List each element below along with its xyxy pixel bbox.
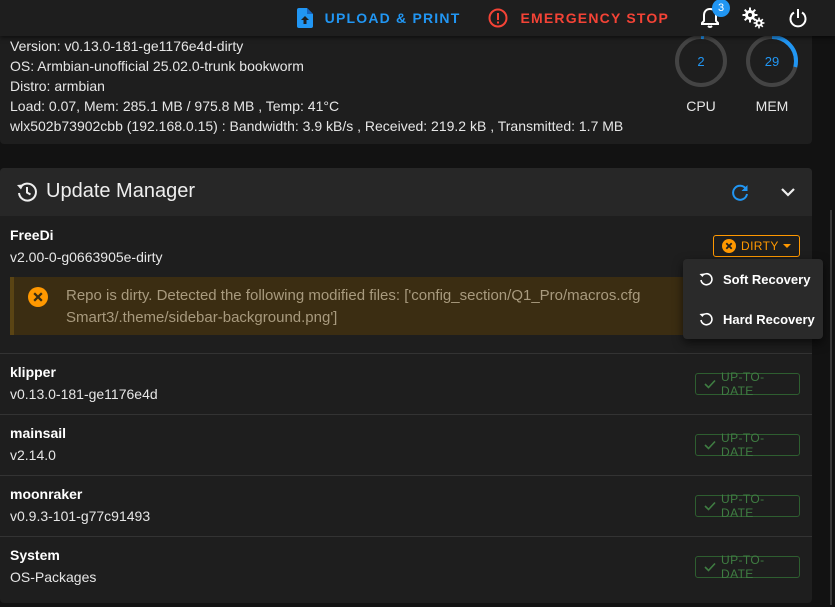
hard-recovery-item[interactable]: Hard Recovery [683,299,823,339]
repo-version-system: OS-Packages [10,569,97,585]
file-upload-icon [296,8,313,28]
cpu-value: 2 [697,53,705,69]
distro-text: Distro: armbian [10,78,105,94]
close-circle-icon [722,239,736,253]
check-icon [704,440,716,450]
soft-recovery-item[interactable]: Soft Recovery [683,259,823,299]
repo-version-moonraker: v0.9.3-101-g77c91493 [10,508,151,524]
check-icon [704,379,716,389]
mem-value: 29 [764,53,780,69]
close-circle-icon [28,287,48,307]
repo-version-freedi: v2.00-0-g0663905e-dirty [10,249,163,265]
caret-down-icon [782,243,791,249]
scrollbar[interactable] [830,210,832,605]
recovery-menu: Soft Recovery Hard Recovery [683,259,823,339]
emergency-stop-button[interactable]: EMERGENCY STOP [488,0,669,36]
cogs-icon [742,7,766,29]
load-text: Load: 0.07, Mem: 285.1 MB / 975.8 MB , T… [10,98,340,114]
update-manager-title: Update Manager [46,180,195,202]
status-label: UP-TO-DATE [721,370,765,398]
network-text: wlx502b73902cbb (192.168.0.15) : Bandwid… [10,118,624,134]
repo-name-system: System [10,547,60,563]
notifications-button[interactable]: 3 [693,0,730,36]
repo-name-mainsail: mainsail [10,425,67,441]
divider [0,475,812,476]
upload-print-label: UPLOAD & PRINT [324,10,461,26]
divider [0,536,812,537]
notification-badge: 3 [712,0,730,17]
chevron-down-icon[interactable] [780,185,796,199]
dirty-status-label: DIRTY [741,239,779,253]
dirty-status-button[interactable]: DIRTY [713,235,800,257]
repo-version-mainsail: v2.14.0 [10,447,56,463]
up-to-date-button[interactable]: UP-TO-DATE [695,370,800,398]
restart-icon [699,272,713,286]
check-icon [704,501,716,511]
divider [0,414,812,415]
soft-recovery-label: Soft Recovery [723,271,811,287]
settings-button[interactable] [737,0,771,36]
mem-gauge: 29 [744,33,800,89]
cpu-label: CPU [686,98,716,114]
top-bar: UPLOAD & PRINT EMERGENCY STOP 3 [0,0,835,36]
up-to-date-button[interactable]: UP-TO-DATE [695,492,800,520]
refresh-icon[interactable] [730,183,750,203]
mem-label: MEM [755,98,789,114]
upload-print-button[interactable]: UPLOAD & PRINT [296,0,461,36]
status-label: UP-TO-DATE [721,431,765,459]
up-to-date-button[interactable]: UP-TO-DATE [695,553,800,581]
emergency-stop-label: EMERGENCY STOP [520,10,669,26]
power-button[interactable] [781,0,815,36]
status-label: UP-TO-DATE [721,553,765,581]
cpu-gauge: 2 [673,33,729,89]
update-history-icon [16,181,38,203]
alert-message: Repo is dirty. Detected the following mo… [66,285,641,329]
update-manager-header: Update Manager [0,168,812,216]
up-to-date-button[interactable]: UP-TO-DATE [695,431,800,459]
alert-line-1: Repo is dirty. Detected the following mo… [66,287,641,304]
alert-circle-icon [488,8,508,28]
divider [0,353,812,354]
update-manager-card: Update Manager FreeDi v2.00-0-g0663905e-… [0,168,812,603]
power-icon [788,8,808,28]
restart-icon [699,312,713,326]
os-text: OS: Armbian-unofficial 25.02.0-trunk boo… [10,58,304,74]
check-icon [704,562,716,572]
version-text: Version: v0.13.0-181-ge1176e4d-dirty [10,38,244,54]
system-info-card: Version: v0.13.0-181-ge1176e4d-dirty OS:… [0,33,812,144]
status-label: UP-TO-DATE [721,492,765,520]
repo-name-moonraker: moonraker [10,486,83,502]
alert-line-2: Smart3/.theme/sidebar-background.png'] [66,309,338,326]
repo-name-freedi: FreeDi [10,227,54,243]
repo-name-klipper: klipper [10,364,56,380]
repo-version-klipper: v0.13.0-181-ge1176e4d [10,386,158,402]
hard-recovery-label: Hard Recovery [723,311,815,327]
